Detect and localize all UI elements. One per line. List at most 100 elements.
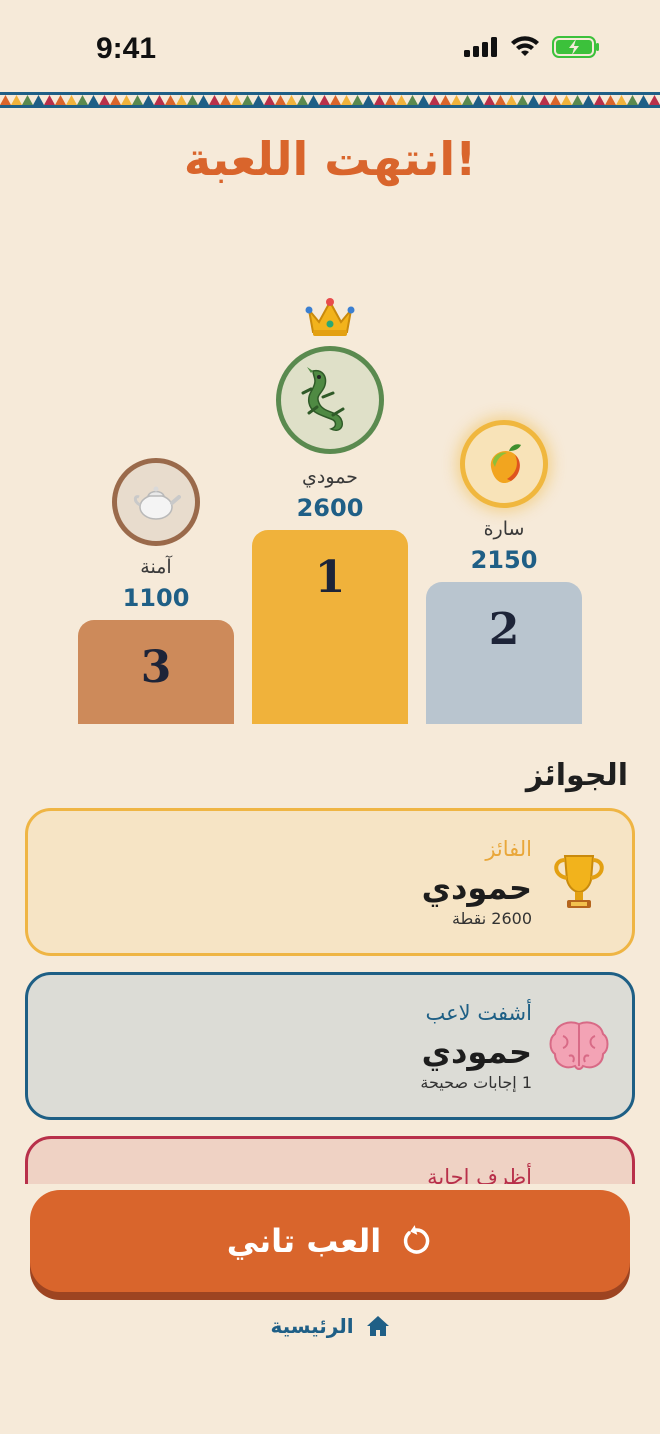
third-place-avatar [112,458,200,546]
pattern-triangle [374,95,385,105]
decorative-pattern-band [0,92,660,108]
pattern-triangle [275,95,286,105]
pattern-triangle [616,95,627,105]
pattern-triangle [88,95,99,105]
teapot-icon [133,486,181,520]
first-place-score: 2600 [296,494,364,522]
award-card-smartest: أشفت لاعب حمودي 1 إجابات صحيحة [25,972,635,1120]
pattern-triangle [407,95,418,105]
awards-heading: الجوائز [525,758,628,793]
rank-number-third: 3 [140,642,172,693]
play-again-button[interactable]: العب تاني [30,1190,630,1292]
crocodile-icon [301,367,345,431]
pattern-triangle [264,95,275,105]
second-place-avatar [460,420,548,508]
second-place-name: سارة [483,518,525,540]
replay-icon [404,1225,430,1254]
pattern-triangle [143,95,154,105]
pattern-triangle [429,95,440,105]
third-place-score: 1100 [122,584,190,612]
first-place-avatar [276,346,384,454]
game-over-title: انتهت اللعبة! [183,132,477,186]
pattern-triangle [484,95,495,105]
pattern-triangle [440,95,451,105]
pattern-triangle [352,95,363,105]
award-detail: 1 إجابات صحيحة [420,1073,532,1092]
pattern-triangle [451,95,462,105]
pattern-triangle [77,95,88,105]
battery-icon [552,36,599,58]
award-card-funniest: أظرف اجابة [25,1136,635,1184]
pattern-triangle [605,95,616,105]
pattern-triangle [242,95,253,105]
pattern-triangle [231,95,242,105]
signal-icon [464,37,497,57]
podium-block-second: 2 [426,582,582,724]
pattern-triangle [341,95,352,105]
crown-icon [305,298,355,336]
pattern-triangle [209,95,220,105]
pattern-triangle [583,95,594,105]
pattern-triangle [0,95,11,105]
award-label: أظرف اجابة [427,1165,532,1184]
pattern-triangle [99,95,110,105]
pattern-triangle [253,95,264,105]
award-player-name: حمودي [421,869,532,907]
pattern-triangle [132,95,143,105]
home-link[interactable]: الرئيسية [0,1314,660,1338]
award-player-name: حمودي [421,1033,532,1071]
pattern-triangle [528,95,539,105]
pattern-triangle [473,95,484,105]
pattern-triangle [418,95,429,105]
pattern-triangle [198,95,209,105]
home-label: الرئيسية [270,1314,354,1338]
pattern-triangle [572,95,583,105]
pattern-triangle [649,95,660,105]
award-label: أشفت لاعب [425,1001,532,1025]
pattern-triangle [594,95,605,105]
pattern-triangle [396,95,407,105]
pattern-triangle [638,95,649,105]
pattern-triangle [33,95,44,105]
pattern-triangle [506,95,517,105]
first-place-name: حمودي [302,466,358,488]
podium-block-first: 1 [252,530,408,724]
second-place-score: 2150 [470,546,538,574]
pattern-triangle [286,95,297,105]
pattern-triangle [11,95,22,105]
pattern-triangle [627,95,638,105]
pattern-triangle [539,95,550,105]
pattern-triangle [187,95,198,105]
pattern-triangle [55,95,66,105]
pattern-triangle [176,95,187,105]
pattern-triangle [110,95,121,105]
home-icon [366,1316,389,1336]
pattern-triangle [550,95,561,105]
award-label: الفائز [485,837,532,861]
pattern-triangle [121,95,132,105]
pattern-triangle [22,95,33,105]
pattern-triangle [66,95,77,105]
rank-number-second: 2 [488,604,520,655]
status-time: 9:41 [96,32,157,65]
status-bar: 9:41 [0,0,660,92]
pattern-triangle [517,95,528,105]
pattern-triangle [462,95,473,105]
podium-block-third: 3 [78,620,234,724]
third-place-name: آمنة [140,556,172,578]
award-detail: 2600 نقطة [451,909,532,928]
pattern-triangle [165,95,176,105]
pattern-triangle [363,95,374,105]
award-card-winner: الفائز حمودي 2600 نقطة [25,808,635,956]
pattern-triangle [561,95,572,105]
pattern-triangle [319,95,330,105]
award-list-clip: أظرف اجابة [0,1120,660,1184]
pattern-triangle [44,95,55,105]
wifi-icon [511,36,539,56]
pattern-triangle [308,95,319,105]
play-again-label: العب تاني [226,1222,382,1260]
pattern-triangle [297,95,308,105]
trophy-icon [544,847,614,917]
pattern-triangle [330,95,341,105]
rank-number-first: 1 [314,552,346,603]
